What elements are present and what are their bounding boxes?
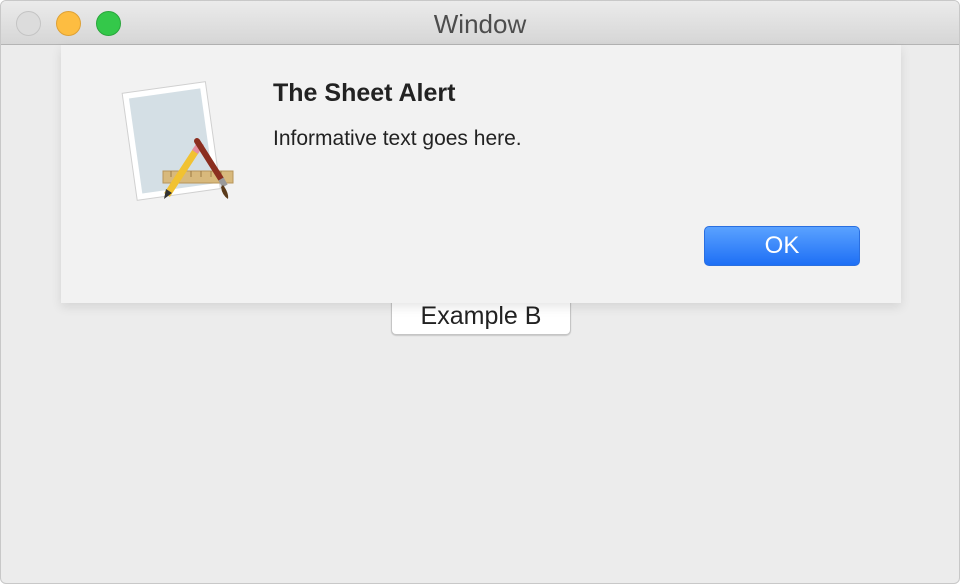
alert-sheet: The Sheet Alert Informative text goes he… xyxy=(61,45,901,303)
text-edit-app-icon xyxy=(121,79,241,203)
example-b-button[interactable]: Example B xyxy=(391,301,571,335)
window-title: Window xyxy=(433,9,527,39)
title-bar: Window xyxy=(1,1,959,45)
ok-button[interactable]: OK xyxy=(704,226,860,266)
alert-title: The Sheet Alert xyxy=(273,79,456,107)
app-window: Window Example B The Sheet Alert Informa… xyxy=(0,0,960,584)
alert-informative-text: Informative text goes here. xyxy=(273,127,522,150)
